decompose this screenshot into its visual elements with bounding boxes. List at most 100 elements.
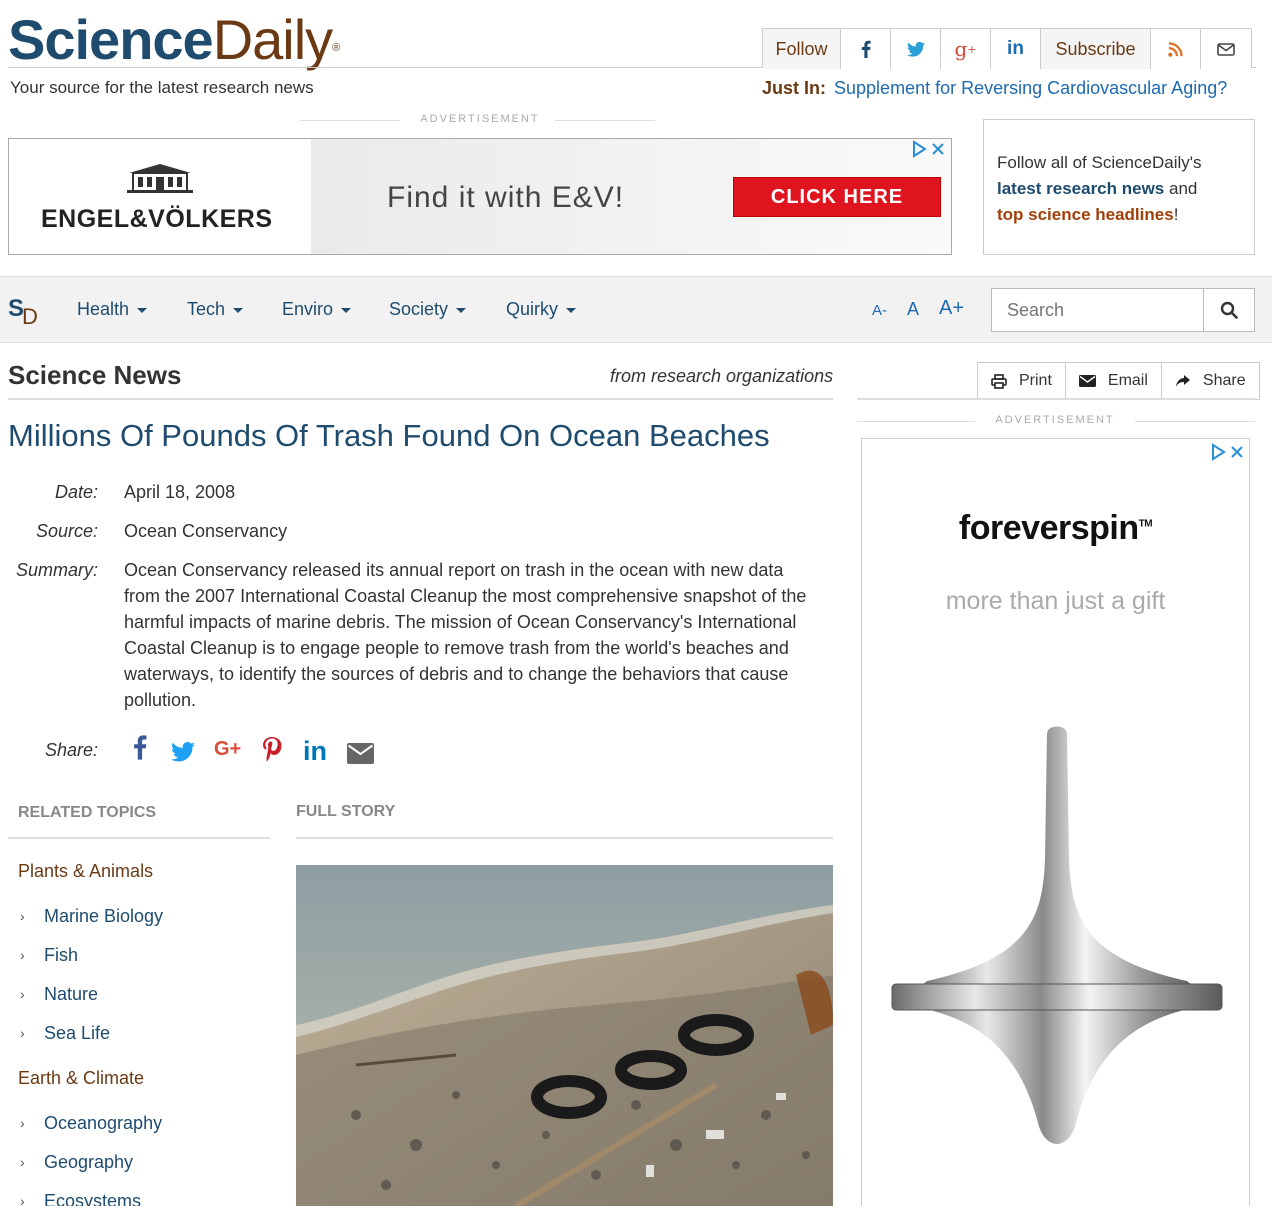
full-story-heading: FULL STORY xyxy=(296,803,396,820)
follow-box-and: and xyxy=(1164,179,1198,198)
email-share-icon[interactable] xyxy=(347,740,374,771)
date-label: Date: xyxy=(54,482,98,502)
linkedin-share-icon[interactable]: in xyxy=(303,736,327,767)
follow-box-line1: Follow all of ScienceDaily's xyxy=(997,153,1202,172)
advertisement-label: ADVERTISEMENT xyxy=(300,113,660,125)
font-size-smaller[interactable]: A- xyxy=(872,302,887,319)
nav-quirky-label: Quirky xyxy=(506,299,559,319)
chevron-right-icon: › xyxy=(20,986,25,1002)
pinterest-share-icon[interactable] xyxy=(261,736,283,771)
chevron-right-icon: › xyxy=(20,947,25,963)
section-subtitle: from research organizations xyxy=(610,366,834,386)
latest-research-news-link[interactable]: latest research news xyxy=(997,179,1164,198)
date-value: April 18, 2008 xyxy=(124,482,236,502)
search-icon xyxy=(1220,301,1238,319)
site-tagline: Your source for the latest research news xyxy=(10,78,314,97)
chevron-right-icon: › xyxy=(20,908,25,924)
related-topics-divider xyxy=(8,837,270,839)
chevron-right-icon: › xyxy=(20,1154,25,1170)
twitter-share-icon[interactable] xyxy=(171,738,195,769)
adchoices-icon[interactable] xyxy=(1210,443,1246,466)
nav-enviro-label: Enviro xyxy=(282,299,334,319)
nav-society-label: Society xyxy=(389,299,449,319)
ad-label-line-right xyxy=(555,120,655,121)
share-label: Share xyxy=(1202,372,1246,389)
nav-society[interactable]: Society xyxy=(389,299,467,320)
search-button[interactable] xyxy=(1203,288,1255,332)
email-button[interactable]: Email xyxy=(1066,363,1162,399)
share-label-article: Share: xyxy=(44,740,98,760)
advertisement-label-text: ADVERTISEMENT xyxy=(420,113,540,125)
source-value: Ocean Conservancy xyxy=(124,521,288,541)
topic-geography[interactable]: Geography xyxy=(44,1152,133,1173)
category-plants-animals[interactable]: Plants & Animals xyxy=(18,861,153,882)
story-image[interactable] xyxy=(296,865,833,1206)
side-advertisement-label: ADVERTISEMENT xyxy=(980,414,1130,426)
article-headline: Millions Of Pounds Of Trash Found On Oce… xyxy=(8,418,770,453)
nav-enviro[interactable]: Enviro xyxy=(282,299,352,320)
nav-logo[interactable]: SD xyxy=(8,295,40,329)
logo-daily: Daily xyxy=(212,8,333,71)
follow-all-box: Follow all of ScienceDaily's latest rese… xyxy=(983,119,1255,255)
facebook-share-icon[interactable] xyxy=(133,734,147,767)
topic-fish[interactable]: Fish xyxy=(44,945,78,966)
font-size-larger[interactable]: A+ xyxy=(939,297,964,320)
rss-icon[interactable] xyxy=(1151,29,1201,69)
envelope-icon xyxy=(1078,375,1096,387)
ev-ad-content: Find it with E&V! CLICK HERE xyxy=(311,139,951,254)
printer-icon xyxy=(991,373,1007,389)
topic-nature[interactable]: Nature xyxy=(44,984,98,1005)
email-icon[interactable] xyxy=(1201,29,1251,69)
spinning-top-image xyxy=(891,726,1223,1144)
nav-quirky[interactable]: Quirky xyxy=(506,299,577,320)
top-banner-ad[interactable]: ENGEL&VÖLKERS Find it with E&V! CLICK HE… xyxy=(8,138,952,255)
nav-tech[interactable]: Tech xyxy=(187,299,244,320)
side-ad[interactable]: foreverspinTM more than just a gift xyxy=(861,438,1250,1206)
ev-headline: Find it with E&V! xyxy=(387,181,625,214)
foreverspin-brand-text: foreverspin xyxy=(958,509,1139,547)
topic-oceanography[interactable]: Oceanography xyxy=(44,1113,162,1134)
adchoices-icon[interactable] xyxy=(911,140,947,163)
just-in-link[interactable]: Supplement for Reversing Cardiovascular … xyxy=(834,78,1227,98)
email-label: Email xyxy=(1107,372,1148,389)
section-title: Science News xyxy=(8,360,182,390)
nav-health[interactable]: Health xyxy=(77,299,148,320)
print-button[interactable]: Print xyxy=(978,363,1066,399)
topic-sea-life[interactable]: Sea Life xyxy=(44,1023,110,1044)
ev-click-here-button[interactable]: CLICK HERE xyxy=(733,177,941,217)
site-logo[interactable]: ScienceDaily® xyxy=(8,8,340,72)
side-ad-line-left xyxy=(857,421,975,422)
google-plus-share-icon[interactable]: G+ xyxy=(214,738,241,761)
ev-brand-name: ENGEL&VÖLKERS xyxy=(41,205,273,233)
print-label: Print xyxy=(1019,372,1052,389)
logo-registered: ® xyxy=(332,42,340,54)
top-science-headlines-link[interactable]: top science headlines xyxy=(997,205,1174,224)
google-plus-icon[interactable]: g + xyxy=(941,29,991,69)
article-tools: Print Email Share xyxy=(977,362,1260,400)
chevron-down-icon xyxy=(566,307,577,313)
side-ad-line-right xyxy=(1135,421,1255,422)
font-size-normal[interactable]: A xyxy=(907,299,919,320)
beach-photo xyxy=(296,865,833,1206)
summary-label: Summary: xyxy=(15,560,98,580)
search-input[interactable] xyxy=(991,288,1204,332)
chevron-right-icon: › xyxy=(20,1025,25,1041)
chevron-right-icon: › xyxy=(20,1115,25,1131)
category-earth-climate[interactable]: Earth & Climate xyxy=(18,1068,144,1089)
follow-box-end: ! xyxy=(1173,205,1179,224)
follow-label: Follow xyxy=(763,29,841,69)
linkedin-icon[interactable]: in xyxy=(991,29,1041,69)
nav-health-label: Health xyxy=(77,299,130,319)
twitter-icon[interactable] xyxy=(891,29,941,69)
nav-logo-d: D xyxy=(22,304,38,329)
chevron-down-icon xyxy=(341,307,352,313)
logo-science: Science xyxy=(8,8,214,71)
full-story-divider xyxy=(296,837,833,839)
nav-tech-label: Tech xyxy=(187,299,226,319)
topic-ecosystems[interactable]: Ecosystems xyxy=(44,1191,141,1206)
facebook-icon[interactable] xyxy=(841,29,891,69)
related-topics-heading: RELATED TOPICS xyxy=(18,804,157,821)
share-button[interactable]: Share xyxy=(1162,363,1259,399)
foreverspin-brand: foreverspinTM xyxy=(862,509,1249,548)
topic-marine-biology[interactable]: Marine Biology xyxy=(44,906,163,927)
